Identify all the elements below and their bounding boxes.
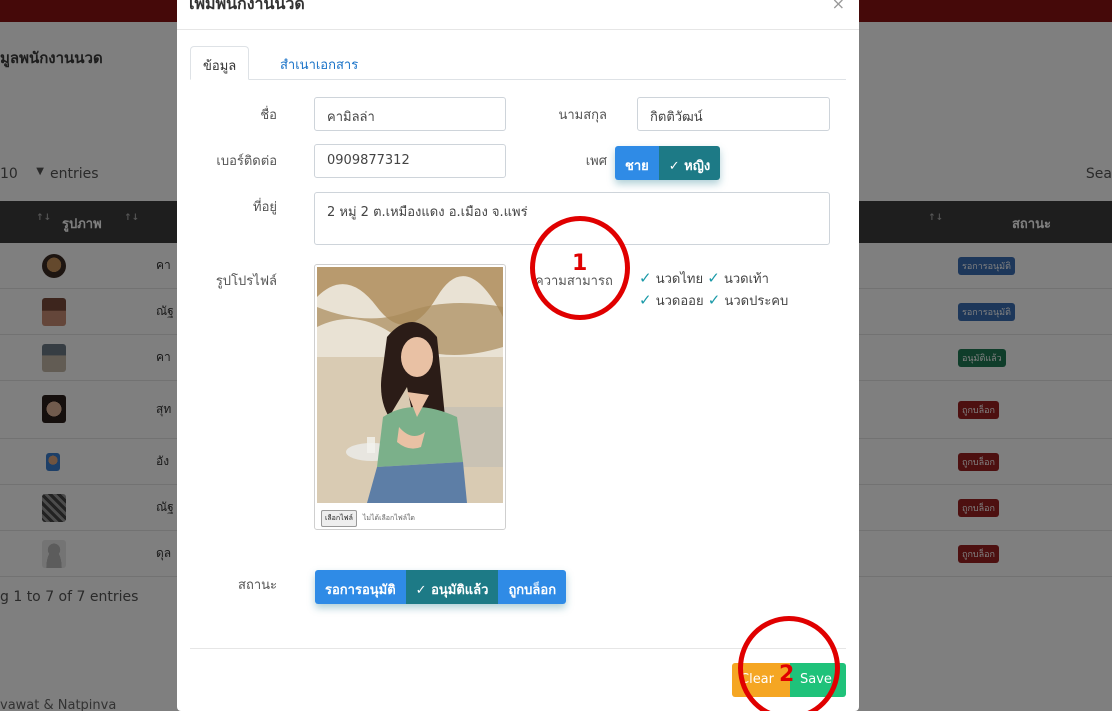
tab-info[interactable]: ข้อมูล: [190, 46, 250, 80]
gender-male-button[interactable]: ชาย: [615, 146, 659, 180]
skill-item[interactable]: นวดออย: [656, 294, 704, 309]
file-status-text: ไม่ได้เลือกไฟล์ใด: [362, 514, 415, 522]
check-icon: ✓: [639, 291, 652, 309]
first-name-field[interactable]: คามิลล่า: [314, 97, 506, 131]
profile-label: รูปโปรไฟล์: [215, 274, 277, 289]
status-blocked-button[interactable]: ถูกบล็อก: [498, 570, 567, 604]
status-pending-button[interactable]: รอการอนุมัติ: [315, 570, 406, 604]
status-toggle: รอการอนุมัติ ✓ อนุมัติแล้ว ถูกบล็อก: [315, 570, 567, 604]
profile-photo: [317, 267, 503, 503]
gender-label: เพศ: [585, 154, 607, 169]
gender-female-button[interactable]: ✓ หญิง: [658, 146, 721, 180]
phone-label: เบอร์ติดต่อ: [216, 154, 277, 169]
gender-toggle: ชาย ✓ หญิง: [615, 146, 721, 180]
check-icon: ✓: [707, 269, 720, 287]
check-icon: ✓: [639, 269, 652, 287]
profile-upload: เลือกไฟล์ ไม่ได้เลือกไฟล์ใด: [314, 264, 506, 530]
first-name-label: ชื่อ: [260, 108, 277, 123]
phone-field[interactable]: 0909877312: [314, 144, 506, 178]
file-input-row: เลือกไฟล์ ไม่ได้เลือกไฟล์ใด: [321, 510, 415, 527]
close-icon[interactable]: ×: [832, 0, 845, 13]
profile-photo-image: [317, 267, 503, 503]
check-icon: ✓: [707, 291, 721, 309]
last-name-field[interactable]: กิตติวัฒน์: [637, 97, 830, 131]
modal-tabs: ข้อมูล สำเนาเอกสาร: [190, 46, 846, 80]
status-approved-button[interactable]: ✓ อนุมัติแล้ว: [405, 570, 499, 604]
add-employee-modal: เพิ่มพนักงานนวด × ข้อมูล สำเนาเอกสาร ชื่…: [177, 0, 859, 711]
skill-item[interactable]: นวดเท้า: [724, 272, 769, 287]
annotation-number-2: 2: [779, 662, 795, 687]
modal-title: เพิ่มพนักงานนวด: [189, 0, 305, 13]
tab-documents[interactable]: สำเนาเอกสาร: [268, 46, 370, 80]
last-name-label: นามสกุล: [558, 108, 607, 123]
skill-item[interactable]: นวดไทย: [656, 272, 703, 287]
annotation-number-1: 1: [572, 251, 588, 276]
address-label: ที่อยู่: [253, 200, 277, 215]
status-label: สถานะ: [238, 578, 277, 593]
skill-item[interactable]: นวดประคบ: [724, 294, 788, 309]
choose-file-button[interactable]: เลือกไฟล์: [321, 510, 357, 527]
modal-header: เพิ่มพนักงานนวด ×: [177, 0, 859, 30]
skills-list: ✓ นวดไทย ✓ นวดเท้า ✓ นวดออย ✓ นวดประคบ: [639, 268, 819, 312]
